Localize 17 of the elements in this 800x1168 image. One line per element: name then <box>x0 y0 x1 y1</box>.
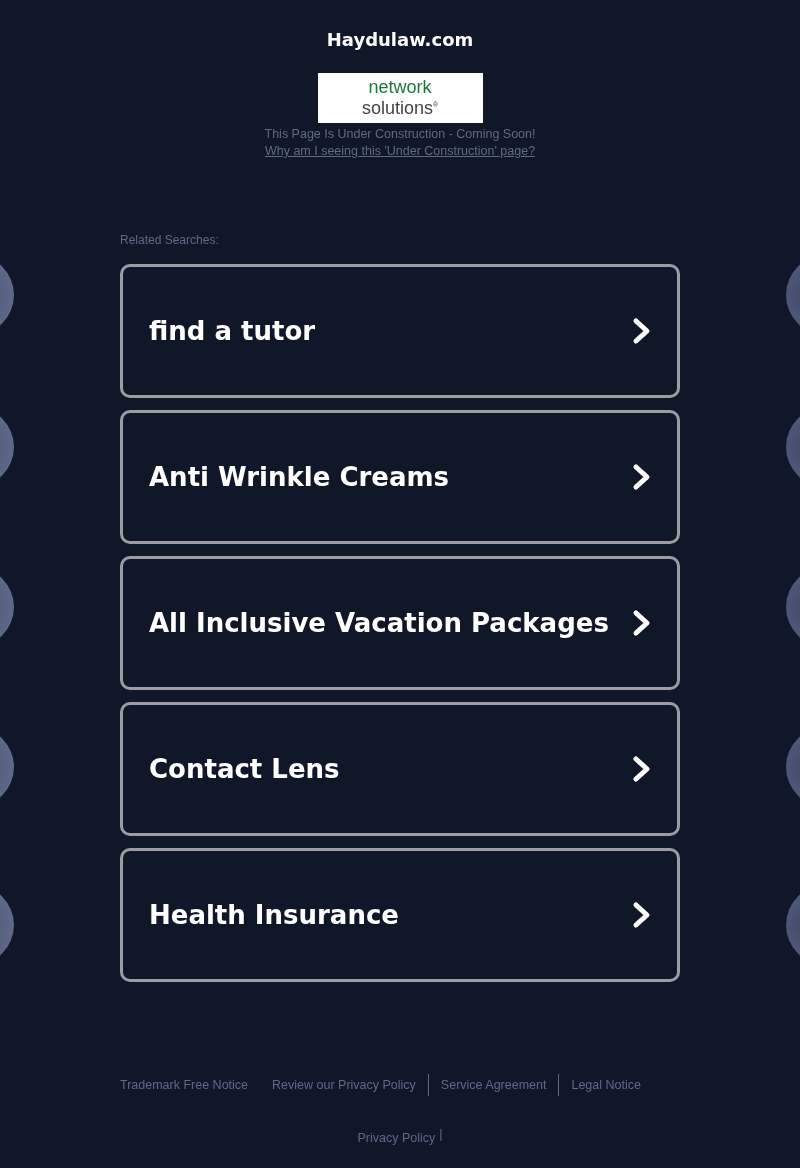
info-link[interactable]: Why am I seeing this 'Under Construction' page? <box>264 144 536 158</box>
footer-link[interactable]: Trademark Free Notice <box>120 1074 261 1096</box>
separator-text: | <box>439 1127 443 1143</box>
notice-text: This Page Is Under Construction - Coming Soon! <box>264 127 536 141</box>
chevron-right-icon <box>631 754 653 784</box>
section-label: Related Searches: <box>120 233 220 247</box>
footer-link[interactable]: Legal Notice <box>558 1074 653 1096</box>
search-link[interactable]: Anti Wrinkle Creams <box>120 410 680 544</box>
search-link[interactable]: Health Insurance <box>120 848 680 982</box>
search-link[interactable]: find a tutor <box>120 264 680 398</box>
search-link[interactable]: All Inclusive Vacation Packages <box>120 556 680 690</box>
logo: network solutions$^{®}$ <box>317 73 483 123</box>
site-title: Haydulaw.com <box>326 29 474 50</box>
footer-link[interactable]: Privacy Policy <box>357 1127 436 1149</box>
footer-link[interactable]: Service Agreement <box>427 1074 559 1096</box>
search-link[interactable]: Contact Lens <box>120 702 680 836</box>
footer-link[interactable]: Review our Privacy Policy <box>260 1074 428 1096</box>
